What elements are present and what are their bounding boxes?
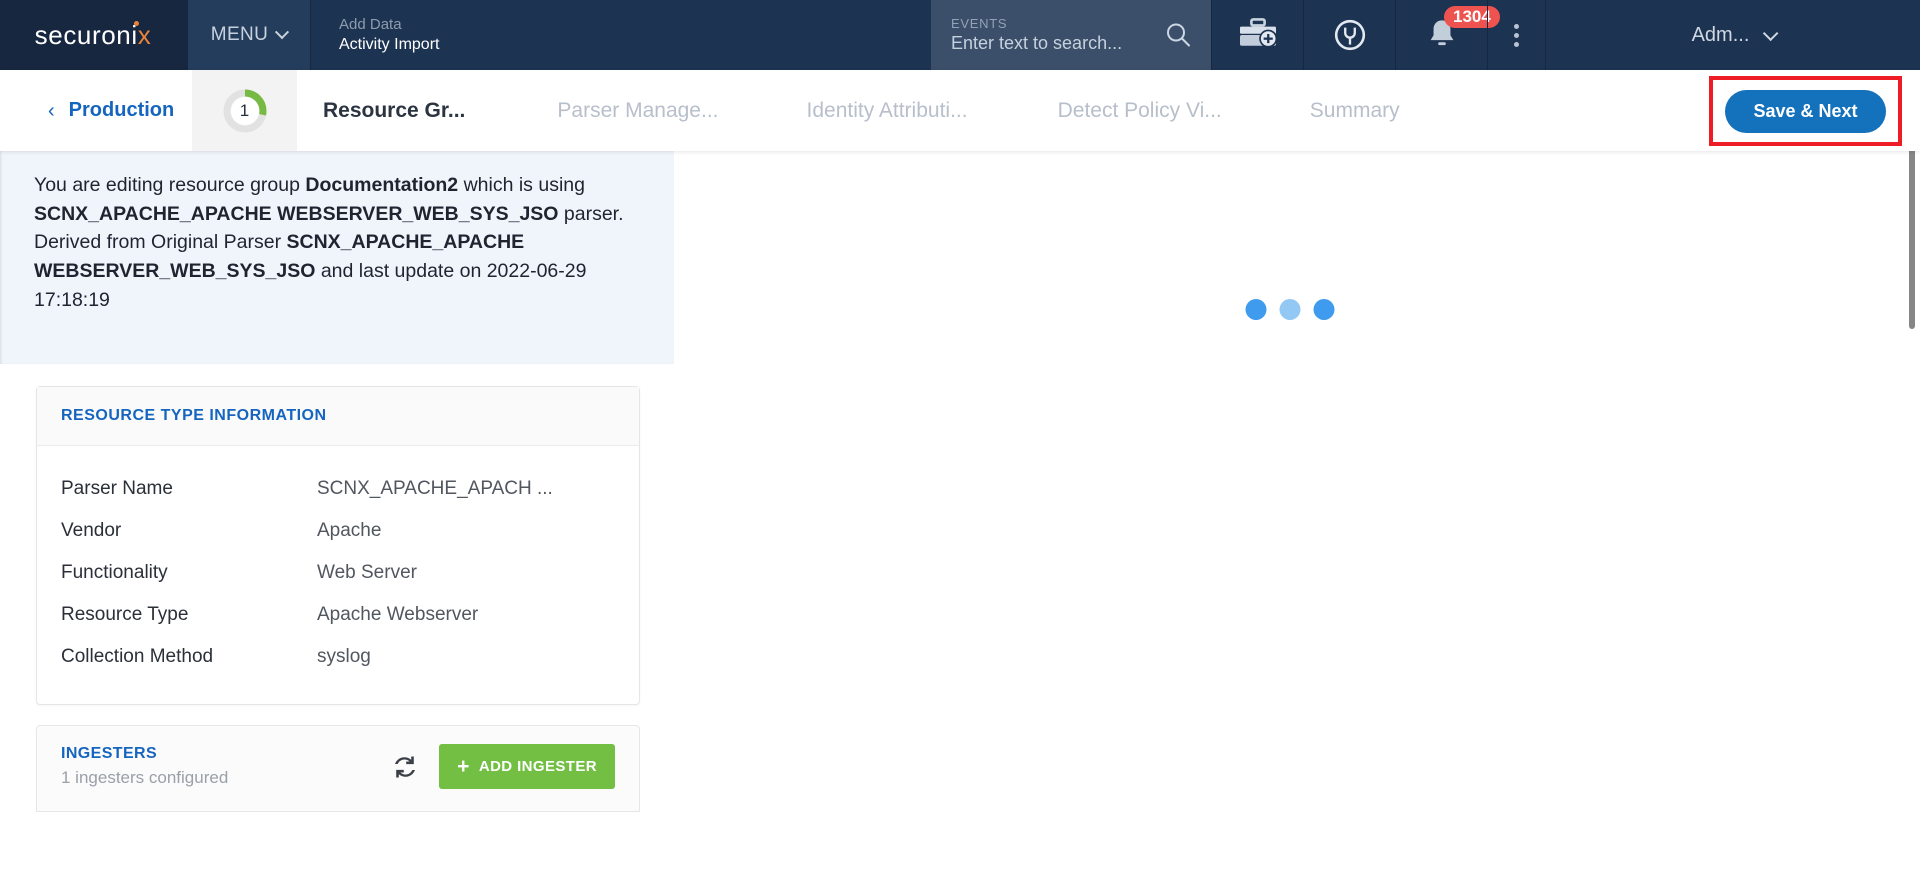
page-scrollbar[interactable] bbox=[1904, 70, 1920, 877]
refresh-ingesters-button[interactable] bbox=[389, 751, 421, 783]
table-row: Functionality Web Server bbox=[61, 552, 615, 594]
field-value: Apache Webserver bbox=[317, 604, 479, 625]
search-texts: EVENTS Enter text to search... bbox=[951, 16, 1163, 54]
logo-word: securoni bbox=[34, 19, 138, 50]
field-value: syslog bbox=[317, 646, 371, 667]
tab-parser-management[interactable]: Parser Manage... bbox=[557, 99, 718, 123]
resource-card-body: Parser Name SCNX_APACHE_APACH ... Vendor… bbox=[37, 446, 639, 704]
tab-resource-group[interactable]: Resource Gr... bbox=[323, 99, 465, 123]
parser-name-bold: SCNX_APACHE_APACHE WEBSERVER_WEB_SYS_JSO bbox=[34, 202, 559, 225]
field-label: Vendor bbox=[61, 520, 122, 541]
chevron-down-icon bbox=[275, 25, 290, 40]
tab-identity-attribution[interactable]: Identity Attributi... bbox=[807, 99, 968, 123]
main-content-panel bbox=[674, 151, 1906, 877]
securonix-logo[interactable]: securonix bbox=[0, 0, 188, 70]
field-label: Parser Name bbox=[61, 478, 173, 499]
loading-indicator bbox=[1245, 299, 1335, 320]
field-label: Functionality bbox=[61, 562, 168, 583]
toolbox-add-icon bbox=[1239, 18, 1277, 48]
logo-dot bbox=[134, 20, 140, 26]
table-row: Vendor Apache bbox=[61, 510, 615, 552]
chevron-left-icon: ‹ bbox=[48, 99, 55, 122]
tab-detect-policy-violations[interactable]: Detect Policy Vi... bbox=[1058, 99, 1222, 123]
breadcrumb-current: Activity Import bbox=[339, 36, 440, 53]
field-value: Apache bbox=[317, 520, 382, 541]
refresh-icon bbox=[395, 756, 416, 777]
ingesters-title: INGESTERS bbox=[61, 745, 158, 762]
plus-icon: + bbox=[457, 755, 470, 778]
more-options-icon bbox=[1514, 23, 1519, 47]
field-label: Resource Type bbox=[61, 604, 189, 625]
logo-text: securonix bbox=[35, 20, 154, 51]
more-options-button[interactable] bbox=[1487, 0, 1545, 70]
ingesters-count-label: 1 ingesters configured bbox=[61, 768, 229, 787]
field-label: Collection Method bbox=[61, 646, 214, 667]
global-search[interactable]: EVENTS Enter text to search... bbox=[931, 0, 1211, 70]
top-header-bar: securonix MENU Add Data Activity Import … bbox=[0, 0, 1920, 70]
editing-info-banner: You are editing resource group Documenta… bbox=[0, 151, 674, 364]
save-next-highlight: Save & Next bbox=[1709, 76, 1902, 146]
resource-group-name: Documentation2 bbox=[305, 174, 459, 196]
spotter-button[interactable] bbox=[1303, 0, 1395, 70]
spotter-icon bbox=[1334, 19, 1365, 51]
search-input[interactable]: Enter text to search... bbox=[951, 33, 1163, 54]
menu-label: MENU bbox=[210, 24, 269, 45]
back-to-production-button[interactable]: ‹ Production bbox=[0, 70, 192, 151]
back-label: Production bbox=[68, 99, 175, 121]
save-and-next-button[interactable]: Save & Next bbox=[1725, 89, 1886, 133]
chevron-down-icon bbox=[1763, 25, 1779, 41]
loading-dot bbox=[1313, 299, 1335, 320]
breadcrumb-parent: Add Data bbox=[339, 16, 402, 33]
menu-button[interactable]: MENU bbox=[188, 0, 311, 70]
logo-accent-x: x bbox=[137, 19, 152, 50]
table-row: Collection Method syslog bbox=[61, 636, 615, 678]
notifications-button[interactable]: 1304 bbox=[1395, 0, 1500, 70]
table-row: Parser Name SCNX_APACHE_APACH ... bbox=[61, 468, 615, 510]
search-scope-label: EVENTS bbox=[951, 16, 1008, 31]
progress-ring-icon: 1 bbox=[222, 88, 268, 134]
wizard-progress: 1 bbox=[192, 70, 297, 151]
user-name-label: Adm... bbox=[1691, 23, 1750, 46]
left-config-panel: You are editing resource group Documenta… bbox=[0, 151, 674, 877]
loading-dot bbox=[1279, 299, 1301, 320]
field-value: SCNX_APACHE_APACH ... bbox=[317, 478, 553, 499]
add-ingester-button[interactable]: + ADD INGESTER bbox=[439, 744, 615, 789]
search-icon[interactable] bbox=[1163, 20, 1193, 50]
ingesters-card: INGESTERS 1 ingesters configured + ADD I… bbox=[36, 725, 640, 812]
user-menu[interactable]: Adm... bbox=[1545, 0, 1920, 70]
editing-info-text: You are editing resource group Documenta… bbox=[34, 171, 640, 314]
loading-dot bbox=[1245, 299, 1267, 320]
add-ingester-label: ADD INGESTER bbox=[478, 758, 597, 775]
wizard-step-bar: ‹ Production 1 Resource Gr... Parser Man… bbox=[0, 70, 1920, 151]
resource-card-title: RESOURCE TYPE INFORMATION bbox=[61, 407, 327, 424]
info-part-1: You are editing resource group bbox=[34, 174, 306, 196]
wizard-steps: Resource Gr... Parser Manage... Identity… bbox=[297, 70, 1920, 151]
tab-summary[interactable]: Summary bbox=[1310, 99, 1400, 123]
field-value: Web Server bbox=[317, 562, 417, 583]
table-row: Resource Type Apache Webserver bbox=[61, 594, 615, 636]
resource-card-header: RESOURCE TYPE INFORMATION bbox=[37, 387, 639, 446]
page-body: You are editing resource group Documenta… bbox=[0, 151, 1920, 877]
ingesters-texts: INGESTERS 1 ingesters configured bbox=[61, 745, 389, 788]
resource-type-information-card: RESOURCE TYPE INFORMATION Parser Name SC… bbox=[36, 386, 640, 705]
progress-step-number: 1 bbox=[239, 100, 250, 120]
toolbox-add-button[interactable] bbox=[1211, 0, 1303, 70]
breadcrumb: Add Data Activity Import bbox=[311, 0, 931, 70]
info-part-2: which is using bbox=[458, 174, 585, 196]
